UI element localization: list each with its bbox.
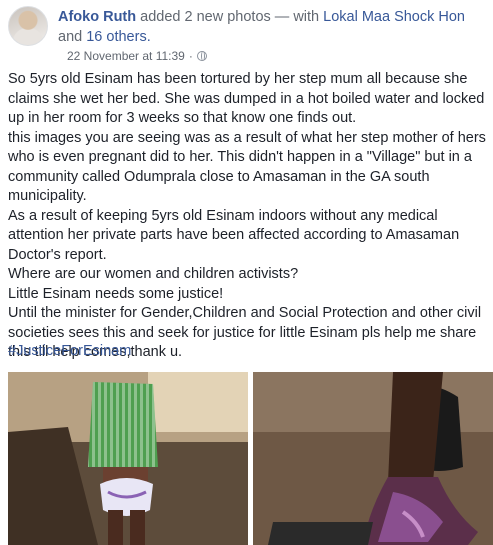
photo-grid bbox=[8, 372, 493, 545]
photo-child-standing-image bbox=[8, 372, 248, 545]
post-paragraph: Little Esinam needs some justice! bbox=[8, 285, 224, 302]
meta-separator: · bbox=[188, 49, 193, 63]
post-paragraph: this images you are seeing was as a resu… bbox=[8, 129, 486, 205]
tagged-friend-link[interactable]: Lokal Maa Shock Hon bbox=[323, 9, 465, 25]
post-paragraph: As a result of keeping 5yrs old Esinam i… bbox=[8, 207, 460, 263]
photo-burned-foot[interactable] bbox=[253, 372, 493, 545]
post-headline: Afoko Ruth added 2 new photos — with Lok… bbox=[58, 7, 485, 47]
post-timestamp[interactable]: 22 November at 11:39 bbox=[67, 49, 185, 63]
post-action-text: added 2 new photos — with bbox=[136, 9, 324, 25]
others-link[interactable]: 16 others. bbox=[86, 29, 151, 45]
and-text: and bbox=[58, 29, 87, 45]
post-meta: 22 November at 11:39 · bbox=[67, 49, 207, 63]
photo-burned-foot-image bbox=[253, 372, 493, 545]
post-header: Afoko Ruth added 2 new photos — with Lok… bbox=[8, 6, 485, 63]
author-name-link[interactable]: Afoko Ruth bbox=[58, 9, 136, 25]
photo-child-standing[interactable] bbox=[8, 372, 248, 545]
post-paragraph: So 5yrs old Esinam has been tortured by … bbox=[8, 71, 485, 126]
post-body: So 5yrs old Esinam has been tortured by … bbox=[8, 70, 488, 363]
hashtag-link[interactable]: #JusticeForEsinam bbox=[8, 343, 131, 359]
globe-icon[interactable] bbox=[196, 51, 207, 61]
post-paragraph: Where are our women and children activis… bbox=[8, 266, 299, 282]
author-avatar[interactable] bbox=[8, 6, 48, 46]
